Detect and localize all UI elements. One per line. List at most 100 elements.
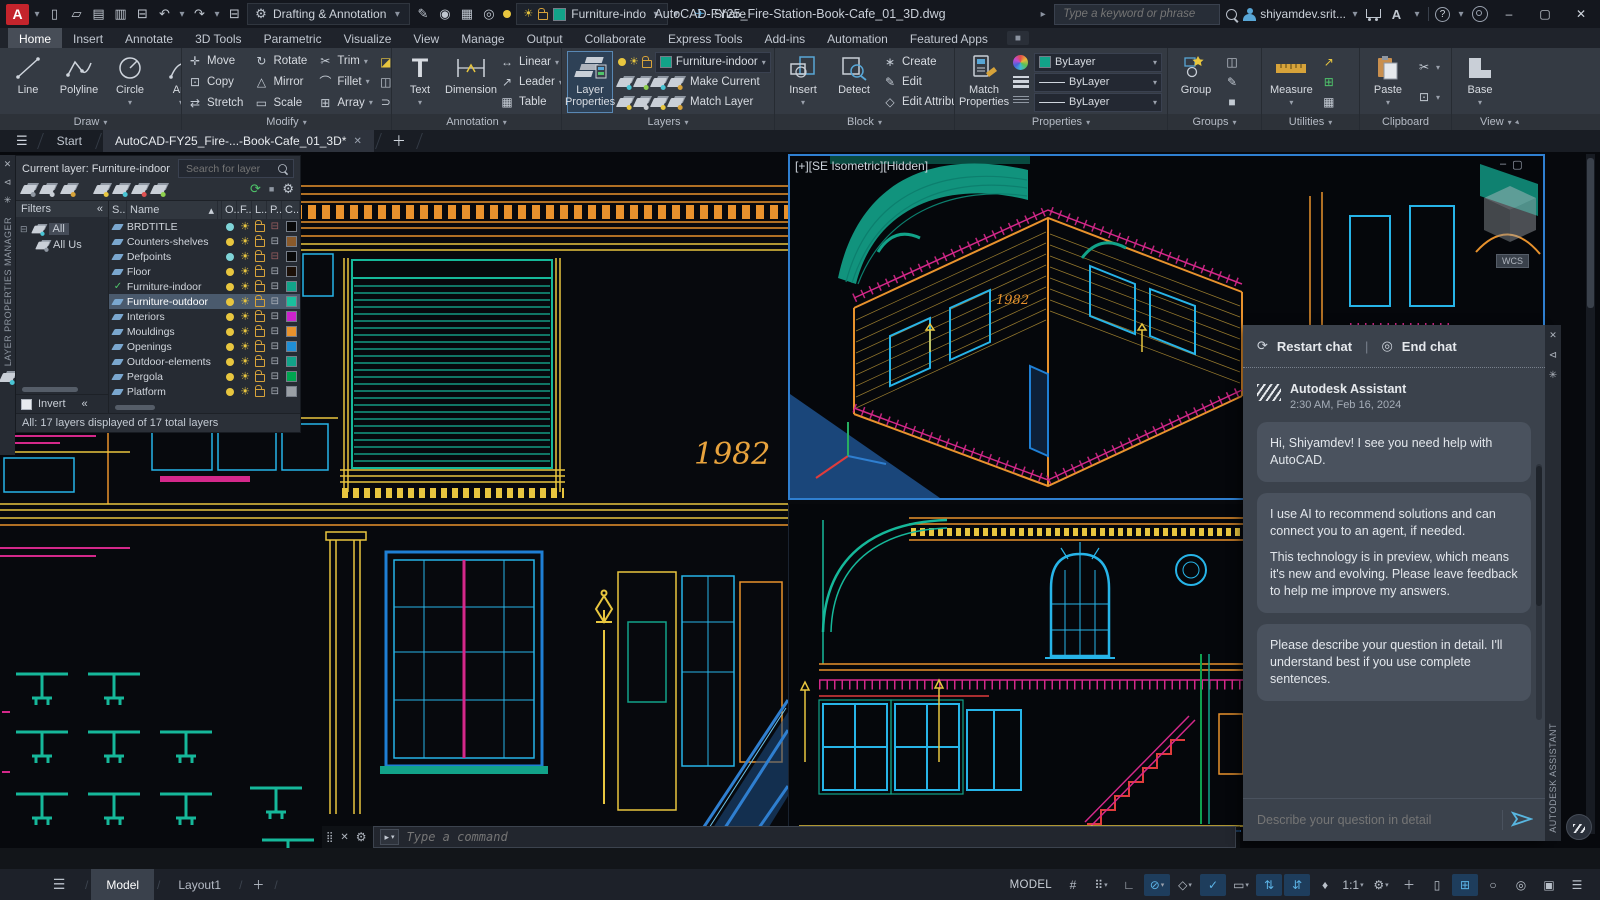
- close-tab-icon[interactable]: ✕: [353, 136, 361, 147]
- linear-button[interactable]: ↔ Linear ▾: [499, 53, 561, 72]
- copy-button[interactable]: ⊡ Copy: [187, 72, 243, 92]
- layer-plot-toggle[interactable]: ⊟: [267, 266, 282, 277]
- model-space-label[interactable]: MODEL: [1010, 879, 1052, 891]
- palette-settings-icon[interactable]: ⚙: [282, 181, 294, 197]
- layer-lock-toggle[interactable]: [253, 370, 268, 382]
- canvas-scrollbar[interactable]: [1586, 154, 1595, 834]
- layer-color-cell[interactable]: [282, 386, 300, 397]
- layer-row-pergola[interactable]: Pergola ☀ ⊟: [109, 369, 300, 384]
- assistant-close-icon[interactable]: ✕: [1549, 330, 1557, 341]
- isolate-icon[interactable]: ■: [269, 184, 274, 194]
- layer-states-icon[interactable]: [59, 184, 78, 197]
- text-button[interactable]: T Text ▾: [397, 51, 443, 113]
- layer-color-cell[interactable]: [282, 296, 300, 307]
- layer-freeze-toggle[interactable]: ☀: [238, 326, 253, 337]
- layer-color-cell[interactable]: [282, 356, 300, 367]
- ungroup-button[interactable]: ◫: [1224, 53, 1240, 72]
- match-layer-button[interactable]: Match Layer: [615, 93, 771, 112]
- erase-button[interactable]: ◪: [378, 53, 391, 72]
- layer-on-toggle[interactable]: [223, 267, 238, 276]
- ribbon-tab-manage[interactable]: Manage: [450, 28, 515, 48]
- quick-calc-button[interactable]: ▦: [1321, 93, 1337, 112]
- scale-button[interactable]: ▭ Scale: [253, 93, 307, 113]
- layer-on-toggle[interactable]: [223, 387, 238, 396]
- layer-row-brdtitle[interactable]: BRDTITLE ☀ ⊟: [109, 219, 300, 234]
- layer-plot-toggle[interactable]: ⊟: [267, 221, 282, 232]
- ribbon-tab-annotate[interactable]: Annotate: [114, 28, 184, 48]
- tab-start[interactable]: Start: [45, 130, 94, 152]
- status-object-snap-toggle[interactable]: ✓: [1200, 873, 1226, 896]
- column-header-l-[interactable]: L..: [252, 201, 267, 219]
- layer-on-toggle[interactable]: [223, 342, 238, 351]
- layout-menu-icon[interactable]: ☰: [46, 874, 72, 896]
- layer-freeze-toggle[interactable]: ☀: [238, 296, 253, 307]
- create-button[interactable]: ∗ Create: [882, 53, 954, 72]
- app-menu-caret-icon[interactable]: ▾: [32, 4, 42, 24]
- lightbulb-icon[interactable]: [503, 10, 512, 18]
- layer-freeze-toggle[interactable]: ☀: [238, 236, 253, 247]
- layer-color-cell[interactable]: [282, 371, 300, 382]
- ribbon-tab-add-ins[interactable]: Add-ins: [753, 28, 816, 48]
- pen-tool-icon[interactable]: ✎: [413, 4, 432, 24]
- command-input[interactable]: [404, 829, 1229, 845]
- redo-icon[interactable]: ↷: [190, 4, 209, 24]
- layer-plot-toggle[interactable]: ⊟: [267, 356, 282, 367]
- layer-color-cell[interactable]: [282, 311, 300, 322]
- group-edit-button[interactable]: ✎: [1224, 73, 1240, 92]
- layer-plot-toggle[interactable]: ⊟: [267, 296, 282, 307]
- invert-collapse-icon[interactable]: «: [82, 398, 88, 410]
- status-selection-filter-toggle[interactable]: ♦: [1312, 874, 1338, 896]
- close-button[interactable]: ✕: [1566, 2, 1596, 26]
- status-units-toggle[interactable]: ▯: [1424, 874, 1450, 896]
- assistant-properties-icon[interactable]: ✳: [1549, 370, 1557, 381]
- mirror-button[interactable]: △ Mirror: [253, 72, 307, 92]
- layer-row-outdoor-elements[interactable]: Outdoor-elements ☀ ⊟: [109, 354, 300, 369]
- command-input-box[interactable]: ▸ ▾: [373, 826, 1236, 848]
- app-menu-button[interactable]: A: [6, 3, 29, 25]
- ribbon-tab-view[interactable]: View: [402, 28, 450, 48]
- send-icon[interactable]: [1510, 810, 1534, 830]
- layer-properties-button[interactable]: Layer Properties: [565, 51, 615, 113]
- linetype-button[interactable]: [1013, 93, 1029, 112]
- plot-icon[interactable]: ⊟: [133, 4, 152, 24]
- properties-panel-label[interactable]: Properties ▾: [955, 114, 1167, 130]
- layer-color-cell[interactable]: [282, 281, 300, 292]
- search-icon[interactable]: [1226, 8, 1238, 20]
- status-selection-cycling-toggle[interactable]: ▭ ▾: [1228, 874, 1254, 896]
- help-icon[interactable]: ?: [1435, 6, 1450, 22]
- status-annotation-scale-toggle[interactable]: 1:1 ▾: [1340, 874, 1366, 896]
- color-wheel-button[interactable]: [1013, 53, 1029, 72]
- measure-button[interactable]: Measure ▾: [1267, 51, 1316, 113]
- ribbon-tab-visualize[interactable]: Visualize: [333, 28, 403, 48]
- layout1-tab[interactable]: Layout1: [163, 869, 236, 900]
- layer-lock-toggle[interactable]: [253, 355, 268, 367]
- polyline-button[interactable]: Polyline: [56, 51, 102, 113]
- column-header-p-[interactable]: P..: [267, 201, 282, 219]
- layer-freeze-toggle[interactable]: ☀: [238, 251, 253, 262]
- layer-search-box[interactable]: [178, 159, 294, 178]
- save-as-icon[interactable]: ▥: [111, 4, 130, 24]
- layer-row-floor[interactable]: Floor ☀ ⊟: [109, 264, 300, 279]
- insert-caret-icon[interactable]: ▾: [801, 97, 805, 109]
- groups-panel-label[interactable]: Groups ▾: [1168, 114, 1261, 130]
- layer-color-cell[interactable]: [282, 326, 300, 337]
- end-chat-button[interactable]: End chat: [1402, 339, 1457, 354]
- layer-on-toggle[interactable]: [223, 312, 238, 321]
- chat-scrollbar-thumb[interactable]: [1536, 466, 1542, 606]
- maximize-button[interactable]: ▢: [1530, 2, 1560, 26]
- ribbon-tab-collaborate[interactable]: Collaborate: [574, 28, 657, 48]
- workspace-dropdown[interactable]: ⚙ Drafting & Annotation ▾: [247, 3, 411, 25]
- layer-color-cell[interactable]: [282, 266, 300, 277]
- palette-properties-icon[interactable]: ✳: [4, 195, 12, 206]
- model-tab[interactable]: Model: [91, 869, 155, 900]
- status-graphics-performance-toggle[interactable]: ◎: [1508, 874, 1534, 896]
- layer-lock-toggle[interactable]: [253, 250, 268, 262]
- layer-lock-toggle[interactable]: [253, 295, 268, 307]
- wcs-label[interactable]: WCS: [1496, 254, 1529, 268]
- annotation-panel-label[interactable]: Annotation ▾: [392, 114, 561, 130]
- layer-row-counters-shelves[interactable]: Counters-shelves ☀ ⊟: [109, 234, 300, 249]
- layer-lock-toggle[interactable]: [253, 265, 268, 277]
- view-panel-label[interactable]: View ▾ ▸: [1452, 114, 1600, 130]
- circle-button[interactable]: Circle ▾: [107, 51, 153, 113]
- open-file-icon[interactable]: ▱: [67, 4, 86, 24]
